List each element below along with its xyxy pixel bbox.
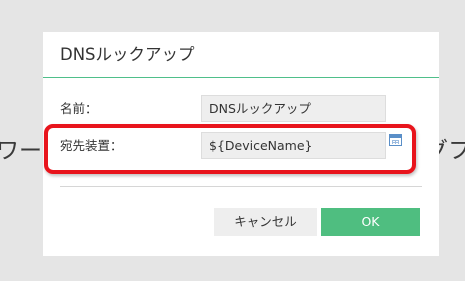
- footer-divider: [60, 186, 422, 187]
- name-field[interactable]: DNSルックアップ: [201, 95, 386, 122]
- dialog-title: DNSルックアップ: [60, 45, 195, 64]
- calendar-icon[interactable]: [389, 134, 402, 146]
- ok-button[interactable]: OK: [321, 208, 420, 236]
- page-backdrop: ワー・ グフ DNSルックアップ 名前： DNSルックアップ 宛先装置： ${D…: [0, 0, 465, 281]
- dns-lookup-dialog: DNSルックアップ 名前： DNSルックアップ 宛先装置： ${DeviceNa…: [43, 32, 439, 256]
- cancel-button[interactable]: キャンセル: [214, 208, 317, 236]
- name-label: 名前：: [60, 101, 98, 116]
- destination-device-field[interactable]: ${DeviceName}: [201, 132, 386, 159]
- destination-device-label: 宛先装置：: [60, 138, 123, 153]
- title-divider: [43, 77, 439, 78]
